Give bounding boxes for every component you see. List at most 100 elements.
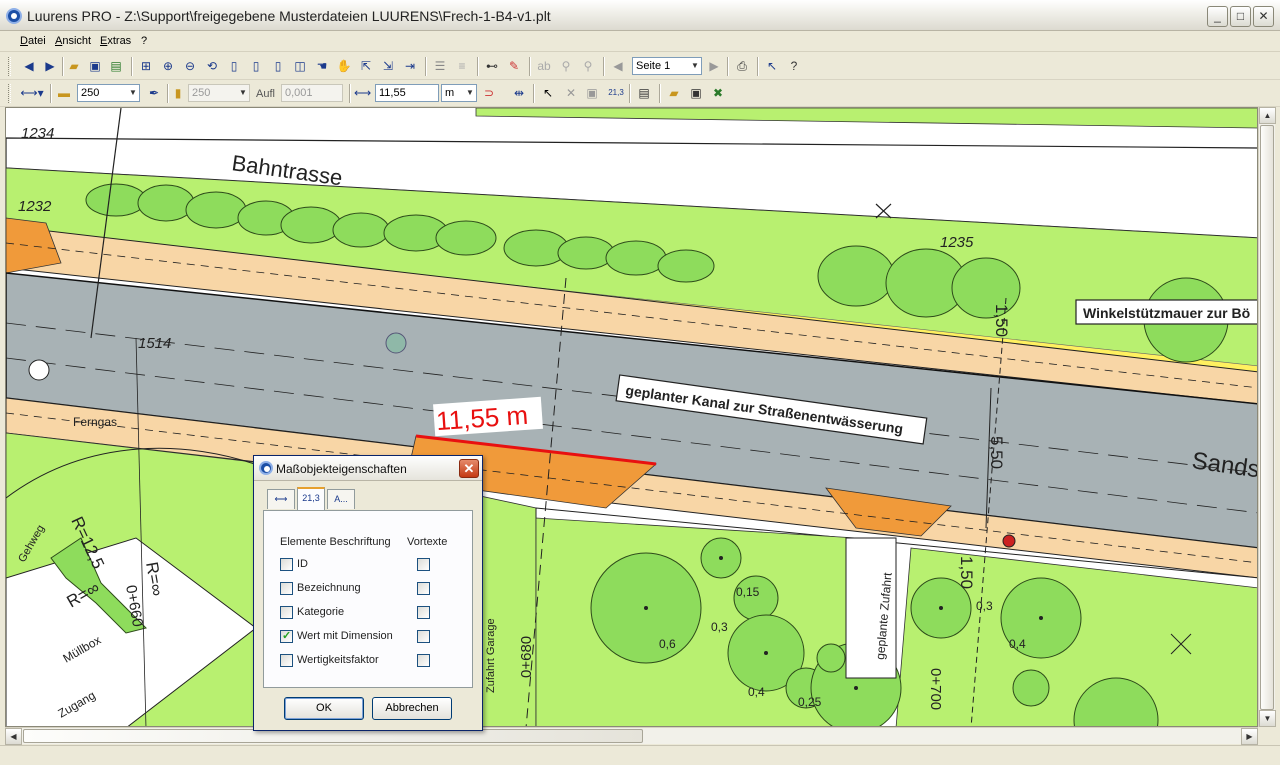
toolbar-separator — [349, 84, 351, 103]
vertical-scroll-thumb[interactable] — [1260, 125, 1274, 710]
tree-label: 0,4 — [748, 685, 765, 699]
split-icon[interactable]: ⇹ — [511, 85, 527, 101]
toolbar-separator — [425, 57, 427, 76]
list-icon[interactable]: ☰ — [432, 58, 448, 74]
properties-icon[interactable]: ▣ — [584, 85, 600, 101]
toolbar-separator — [167, 84, 169, 103]
checkbox-wert-mit-dimension[interactable] — [280, 629, 293, 643]
checkbox-wertigkeitsfaktor[interactable] — [280, 654, 293, 667]
layers-icon[interactable]: ≡ — [454, 58, 470, 74]
scroll-up-icon[interactable]: ▲ — [1259, 107, 1276, 124]
horizontal-scroll-thumb[interactable] — [23, 729, 643, 743]
window-title: Luurens PRO - Z:\Support\freigegebene Mu… — [27, 8, 551, 24]
find-icon[interactable]: ⚲ — [558, 58, 574, 74]
page-height-icon[interactable]: ▯ — [270, 58, 286, 74]
draw-tool-icon[interactable]: ✎ — [506, 58, 522, 74]
toolbar-grip[interactable] — [8, 84, 11, 103]
cancel-button[interactable]: Abbrechen — [372, 697, 452, 720]
pan-icon[interactable]: ☚ — [314, 58, 330, 74]
export-icon[interactable]: ▤ — [108, 58, 124, 74]
line-width-select-disabled[interactable]: 250 ▼ — [188, 84, 250, 102]
excel-export-icon[interactable]: ✖ — [710, 85, 726, 101]
tree-label: 0,25 — [798, 695, 822, 709]
dimension-type-icon[interactable]: ⟷▾ — [18, 85, 46, 101]
zoom-out-icon[interactable]: ⊖ — [182, 58, 198, 74]
pen-icon[interactable]: ✒ — [146, 85, 162, 101]
checkbox-kategorie[interactable] — [280, 606, 293, 619]
move-up-icon[interactable]: ⇱ — [358, 58, 374, 74]
option-label: Wertigkeitsfaktor — [297, 654, 379, 666]
checkbox-bezeichnung[interactable] — [280, 582, 293, 595]
print-icon[interactable]: ⎙ — [734, 58, 750, 74]
next-page-icon[interactable]: ▶ — [706, 58, 722, 74]
chevron-down-icon: ▼ — [466, 88, 474, 97]
dialog-close-button[interactable]: ✕ — [459, 459, 479, 478]
checkbox-id[interactable] — [280, 558, 293, 571]
delete-icon[interactable]: ✕ — [563, 85, 579, 101]
toolbar-grip[interactable] — [8, 57, 11, 76]
line-style-icon: ▬ — [58, 86, 70, 100]
page-select[interactable]: Seite 1 ▼ — [632, 57, 702, 75]
zoom-window-icon[interactable]: ◫ — [292, 58, 308, 74]
menu-extras[interactable]: Extras — [100, 35, 131, 47]
dialog-title-bar[interactable]: Maßobjekteigenschaften ✕ — [254, 456, 482, 481]
text-search-icon[interactable]: ab — [536, 58, 552, 74]
back-icon[interactable]: ◀ — [21, 58, 37, 74]
resolution-field[interactable]: 0,001 — [281, 84, 343, 102]
open-measures-icon[interactable]: ▰ — [666, 85, 682, 101]
select-arrow-icon[interactable]: ↖ — [540, 85, 556, 101]
scroll-down-icon[interactable]: ▼ — [1259, 710, 1276, 727]
unit-select[interactable]: m ▼ — [441, 84, 477, 102]
menu-help[interactable]: ? — [141, 35, 147, 47]
tab-dimension-line[interactable]: ⟷ — [267, 489, 295, 509]
measure-value-field[interactable]: 11,55 — [375, 84, 439, 102]
pretext-checkbox-id[interactable] — [417, 558, 430, 571]
pretext-checkbox-bezeichnung[interactable] — [417, 582, 430, 595]
tab-text[interactable]: A... — [327, 489, 355, 509]
hand-icon[interactable]: ✋ — [336, 58, 352, 74]
pretext-checkbox-kategorie[interactable] — [417, 606, 430, 619]
map-label: Winkelstützmauer zur Bö — [1083, 305, 1250, 321]
move-down-icon[interactable]: ⇲ — [380, 58, 396, 74]
pretext-checkbox-wert[interactable] — [417, 630, 430, 643]
zoom-all-icon[interactable]: ⊞ — [138, 58, 154, 74]
open-folder-icon[interactable]: ▰ — [66, 58, 82, 74]
scroll-right-icon[interactable]: ▶ — [1241, 728, 1258, 745]
drawing-canvas[interactable]: 1234 Bahntrasse 1232 1235 1514 Ferngas G… — [5, 107, 1258, 727]
forward-icon[interactable]: ▶ — [42, 58, 58, 74]
minimize-button[interactable]: _ — [1207, 6, 1228, 27]
move-right-icon[interactable]: ⇥ — [402, 58, 418, 74]
station-label: 0+680 — [518, 636, 535, 678]
find-next-icon[interactable]: ⚲ — [580, 58, 596, 74]
toolbar-separator — [757, 57, 759, 76]
horizontal-scrollbar[interactable]: ◀ ▶ — [5, 727, 1258, 745]
prev-page-icon[interactable]: ◀ — [610, 58, 626, 74]
snap-magnet-icon[interactable]: ⊃ — [481, 85, 497, 101]
measurement-label[interactable]: 11,55 m — [435, 400, 529, 436]
option-label: Wert mit Dimension — [297, 630, 393, 642]
ok-button[interactable]: OK — [284, 697, 364, 720]
context-help-icon[interactable]: ↖ — [764, 58, 780, 74]
page-fit-icon[interactable]: ▯ — [248, 58, 264, 74]
vertical-scrollbar[interactable]: ▲ ▼ — [1258, 107, 1276, 727]
save-measures-icon[interactable]: ▣ — [688, 85, 704, 101]
close-button[interactable]: ✕ — [1253, 6, 1274, 27]
page-width-icon[interactable]: ▯ — [226, 58, 242, 74]
edit-dimension-icon[interactable]: ▤ — [636, 85, 652, 101]
value-label-icon[interactable]: 21,3 — [606, 85, 626, 101]
zoom-previous-icon[interactable]: ⟲ — [204, 58, 220, 74]
help-icon[interactable]: ? — [786, 58, 802, 74]
zoom-in-icon[interactable]: ⊕ — [160, 58, 176, 74]
menu-datei[interactable]: Datei — [20, 35, 46, 47]
maximize-button[interactable]: □ — [1230, 6, 1251, 27]
pretext-checkbox-wertigkeitsfaktor[interactable] — [417, 654, 430, 667]
chevron-down-icon: ▼ — [239, 88, 247, 97]
tab-value[interactable]: 21,3 — [297, 487, 325, 510]
save-icon[interactable]: ▣ — [87, 58, 103, 74]
value-icon: 21,3 — [302, 493, 320, 503]
menu-ansicht[interactable]: Ansicht — [55, 35, 91, 47]
chevron-down-icon: ▼ — [691, 61, 699, 70]
measure-tool-icon[interactable]: ⊷ — [484, 58, 500, 74]
scroll-left-icon[interactable]: ◀ — [5, 728, 22, 745]
line-width-select[interactable]: 250 ▼ — [77, 84, 140, 102]
